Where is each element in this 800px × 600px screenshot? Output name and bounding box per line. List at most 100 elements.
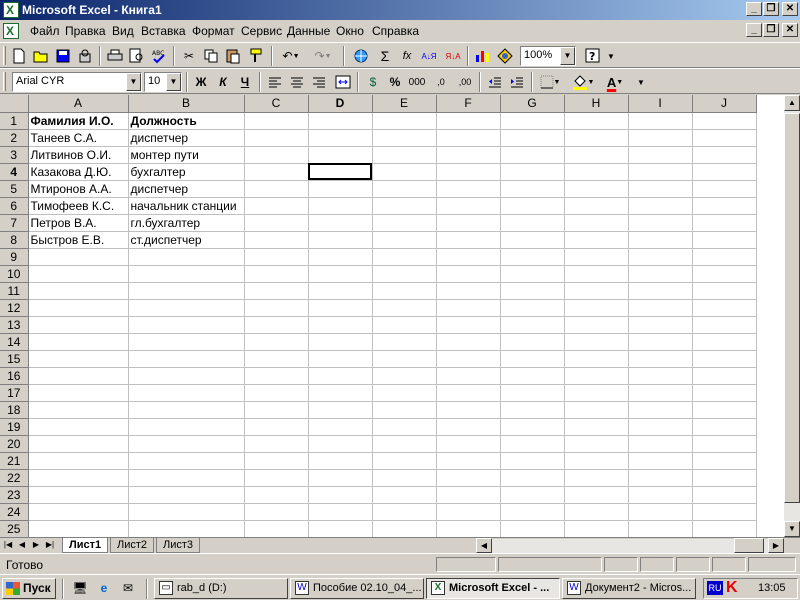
thousands-separator-icon[interactable]: 000 xyxy=(406,72,428,92)
cell-a21[interactable] xyxy=(28,452,129,470)
language-indicator[interactable]: RU xyxy=(707,581,723,595)
cell-j3[interactable] xyxy=(692,146,757,164)
cell-c14[interactable] xyxy=(244,333,309,351)
show-desktop-icon[interactable]: 🖥 xyxy=(72,580,88,596)
scroll-up-icon[interactable]: ▲ xyxy=(784,95,800,111)
cell-c6[interactable] xyxy=(244,197,309,215)
merge-center-icon[interactable] xyxy=(332,72,354,92)
sheet-tab-1[interactable]: Лист1 xyxy=(62,538,109,553)
cell-d21[interactable] xyxy=(308,452,373,470)
cell-c5[interactable] xyxy=(244,180,309,198)
menu-window[interactable]: Окно xyxy=(336,24,364,38)
cell-h24[interactable] xyxy=(564,503,629,521)
cell-d13[interactable] xyxy=(308,316,373,334)
row-header[interactable]: 4 xyxy=(0,163,29,181)
cell-f19[interactable] xyxy=(436,418,501,436)
cell-j7[interactable] xyxy=(692,214,757,232)
column-header-f[interactable]: F xyxy=(436,95,501,113)
cell-f20[interactable] xyxy=(436,435,501,453)
cell-h22[interactable] xyxy=(564,469,629,487)
cell-i10[interactable] xyxy=(628,265,693,283)
toolbar-grip[interactable] xyxy=(3,46,6,65)
cell-a13[interactable] xyxy=(28,316,129,334)
cell-i12[interactable] xyxy=(628,299,693,317)
cell-g2[interactable] xyxy=(500,129,565,147)
cell-i11[interactable] xyxy=(628,282,693,300)
cell-g3[interactable] xyxy=(500,146,565,164)
cell-i1[interactable] xyxy=(628,112,693,130)
cell-h23[interactable] xyxy=(564,486,629,504)
cell-d1[interactable] xyxy=(308,112,373,130)
cell-c18[interactable] xyxy=(244,401,309,419)
cell-j23[interactable] xyxy=(692,486,757,504)
cell-c16[interactable] xyxy=(244,367,309,385)
cell-i22[interactable] xyxy=(628,469,693,487)
column-header-i[interactable]: I xyxy=(628,95,693,113)
menu-insert[interactable]: Вставка xyxy=(141,24,186,38)
cell-c8[interactable] xyxy=(244,231,309,249)
task-word-document2[interactable]: W Документ2 - Micros... xyxy=(562,578,696,599)
column-header-d[interactable]: D xyxy=(308,95,373,113)
cell-d16[interactable] xyxy=(308,367,373,385)
row-header[interactable]: 2 xyxy=(0,129,29,147)
cell-i3[interactable] xyxy=(628,146,693,164)
cell-i24[interactable] xyxy=(628,503,693,521)
cell-b17[interactable] xyxy=(128,384,245,402)
cell-f5[interactable] xyxy=(436,180,501,198)
cell-a10[interactable] xyxy=(28,265,129,283)
cell-f23[interactable] xyxy=(436,486,501,504)
cell-e22[interactable] xyxy=(372,469,437,487)
cell-g13[interactable] xyxy=(500,316,565,334)
cell-e9[interactable] xyxy=(372,248,437,266)
doc-minimize-button[interactable]: _ xyxy=(746,23,762,37)
vertical-scrollbar[interactable]: ▲ ▼ xyxy=(784,95,800,537)
cell-c10[interactable] xyxy=(244,265,309,283)
cell-g10[interactable] xyxy=(500,265,565,283)
cell-j15[interactable] xyxy=(692,350,757,368)
cell-c20[interactable] xyxy=(244,435,309,453)
cell-b18[interactable] xyxy=(128,401,245,419)
align-center-icon[interactable] xyxy=(286,72,308,92)
cell-b1[interactable]: Должность xyxy=(128,112,245,130)
cell-f22[interactable] xyxy=(436,469,501,487)
cell-f7[interactable] xyxy=(436,214,501,232)
cell-i8[interactable] xyxy=(628,231,693,249)
cell-i20[interactable] xyxy=(628,435,693,453)
row-header[interactable]: 5 xyxy=(0,180,29,198)
row-header[interactable]: 8 xyxy=(0,231,29,249)
cell-j1[interactable] xyxy=(692,112,757,130)
cell-f3[interactable] xyxy=(436,146,501,164)
sort-ascending-icon[interactable]: А↓Я xyxy=(418,46,440,66)
cell-g12[interactable] xyxy=(500,299,565,317)
task-drive[interactable]: ▭ rab_d (D:) xyxy=(154,578,288,599)
column-header-b[interactable]: B xyxy=(128,95,245,113)
row-header[interactable]: 3 xyxy=(0,146,29,164)
cell-h7[interactable] xyxy=(564,214,629,232)
cell-a4[interactable]: Казакова Д.Ю. xyxy=(28,163,129,181)
row-header[interactable]: 12 xyxy=(0,299,29,317)
cell-e20[interactable] xyxy=(372,435,437,453)
cell-i6[interactable] xyxy=(628,197,693,215)
cell-f21[interactable] xyxy=(436,452,501,470)
cell-j12[interactable] xyxy=(692,299,757,317)
font-name-combo[interactable]: Arial CYR ▼ xyxy=(12,72,142,92)
cell-a17[interactable] xyxy=(28,384,129,402)
cell-e2[interactable] xyxy=(372,129,437,147)
row-header[interactable]: 18 xyxy=(0,401,29,419)
cell-g15[interactable] xyxy=(500,350,565,368)
cell-i25[interactable] xyxy=(628,520,693,537)
cell-e14[interactable] xyxy=(372,333,437,351)
cell-c3[interactable] xyxy=(244,146,309,164)
cell-c9[interactable] xyxy=(244,248,309,266)
chart-wizard-icon[interactable] xyxy=(472,46,494,66)
cell-c21[interactable] xyxy=(244,452,309,470)
cell-e8[interactable] xyxy=(372,231,437,249)
cell-j5[interactable] xyxy=(692,180,757,198)
row-header[interactable]: 16 xyxy=(0,367,29,385)
sheet-tab-3[interactable]: Лист3 xyxy=(156,538,201,553)
cell-i15[interactable] xyxy=(628,350,693,368)
cell-e16[interactable] xyxy=(372,367,437,385)
cell-c7[interactable] xyxy=(244,214,309,232)
percent-icon[interactable]: % xyxy=(384,72,406,92)
cell-h13[interactable] xyxy=(564,316,629,334)
